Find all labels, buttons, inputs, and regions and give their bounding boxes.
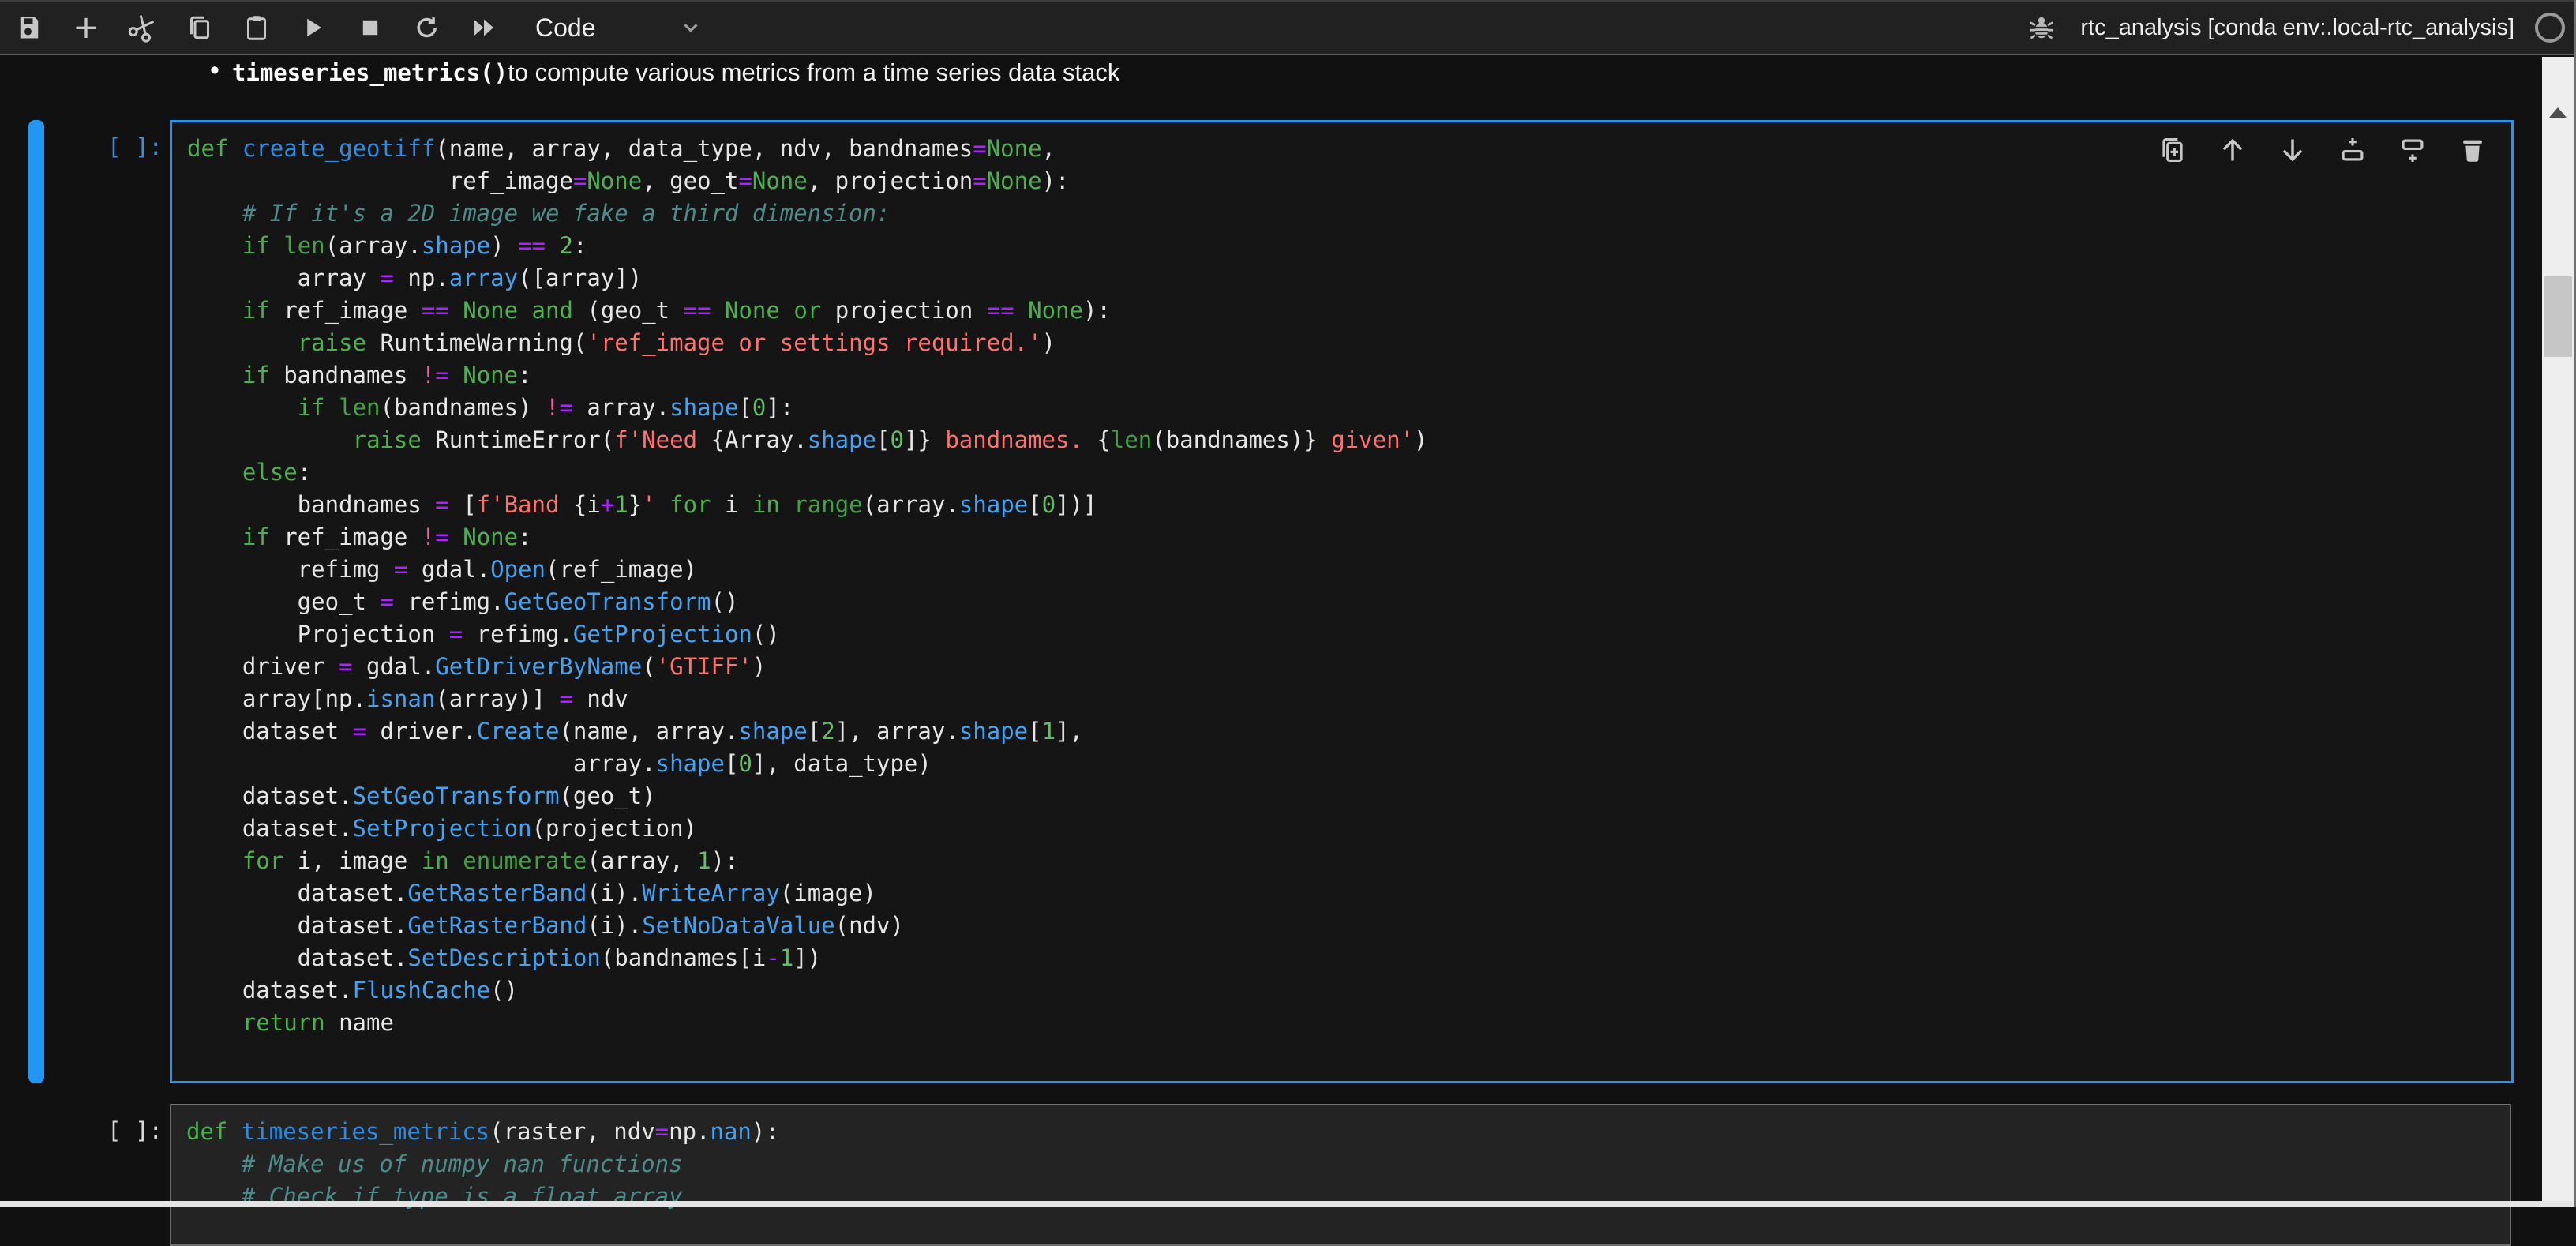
clipboard-icon [242,13,271,42]
notebook-toolbar: + [0,0,2576,55]
insert-cell-below-button[interactable] [2398,135,2428,165]
code-line: array[np.isnan(array)] = ndv [187,683,2511,715]
cell-input-prompt: [ ]: [0,1115,163,1147]
copy-icon [186,13,214,42]
code-content[interactable]: def create_geotiff(name, array, data_typ… [187,133,2511,1039]
save-icon [15,13,43,42]
trash-icon [2458,135,2488,165]
code-line: dataset.GetRasterBand(i).SetNoDataValue(… [187,910,2511,942]
insert-cell-button[interactable]: + [68,9,104,46]
arrow-down-icon [2278,135,2308,165]
vertical-scrollbar[interactable] [2542,57,2574,1207]
code-cell-editor[interactable]: def timeseries_metrics(raster, ndv=np.na… [170,1104,2511,1246]
duplicate-icon [2158,135,2188,165]
jupyterlab-notebook: { "toolbar": { "cell_type_label": "Code"… [0,0,2576,1207]
code-line: Projection = refimg.GetProjection() [187,618,2511,651]
restart-icon [413,13,441,42]
code-line: bandnames = [f'Band {i+1}' for i in rang… [187,489,2511,521]
code-line: dataset.FlushCache() [187,974,2511,1007]
insert-cell-above-button[interactable] [2338,135,2368,165]
code-line: geo_t = refimg.GetGeoTransform() [187,586,2511,618]
code-line: def timeseries_metrics(raster, ndv=np.na… [186,1116,2510,1148]
code-cell-editor-active[interactable]: def create_geotiff(name, array, data_typ… [170,120,2514,1083]
toolbar-left-group: + [0,9,502,46]
move-cell-down-button[interactable] [2278,135,2308,165]
code-line: if ref_image == None and (geo_t == None … [187,295,2511,327]
run-cell-button[interactable] [295,9,332,46]
kernel-name[interactable]: rtc_analysis [conda env:.local-rtc_analy… [2080,15,2514,41]
scrollbar-thumb[interactable] [2544,276,2572,357]
chevron-down-icon [679,16,703,39]
code-line: if len(array.shape) == 2: [187,230,2511,262]
toolbar-right-group: rtc_analysis [conda env:.local-rtc_analy… [2023,9,2576,46]
cell-input-prompt: [ ]: [0,131,163,163]
copy-cells-button[interactable] [182,9,218,46]
move-cell-up-button[interactable] [2218,135,2248,165]
code-line: # Make us of numpy nan functions [186,1148,2510,1180]
scissors-icon [124,9,162,47]
code-line: driver = gdal.GetDriverByName('GTIFF') [187,651,2511,683]
kernel-status-icon [2535,13,2565,43]
code-line: if ref_image != None: [187,521,2511,554]
bug-icon [2027,13,2057,43]
play-icon [300,14,327,41]
markdown-inline-code: timeseries_metrics() [232,59,508,86]
code-line: # If it's a 2D image we fake a third dim… [187,197,2511,230]
duplicate-cell-button[interactable] [2158,135,2188,165]
cut-cells-button[interactable] [125,9,161,46]
code-line: dataset.SetGeoTransform(geo_t) [187,780,2511,813]
code-content[interactable]: def timeseries_metrics(raster, ndv=np.na… [186,1116,2510,1213]
code-line: # Check if type is a float array [186,1180,2510,1213]
code-line: else: [187,456,2511,489]
code-line: array.shape[0], data_type) [187,748,2511,780]
stop-icon [357,14,384,41]
save-button[interactable] [11,9,47,46]
markdown-cell[interactable]: • timeseries_metrics() to compute variou… [210,57,1119,93]
code-line: dataset = driver.Create(name, array.shap… [187,715,2511,748]
restart-kernel-button[interactable] [409,9,445,46]
paste-cells-button[interactable] [238,9,275,46]
code-line: dataset.SetDescription(bandnames[i-1]) [187,942,2511,974]
interrupt-kernel-button[interactable] [352,9,388,46]
code-line: raise RuntimeWarning('ref_image or setti… [187,327,2511,359]
code-line: return name [187,1007,2511,1039]
plus-icon: + [73,12,99,43]
code-line: dataset.GetRasterBand(i).WriteArray(imag… [187,877,2511,910]
code-line: dataset.SetProjection(projection) [187,813,2511,845]
scrollbar-up-arrow-icon[interactable] [2549,107,2567,118]
delete-cell-button[interactable] [2458,135,2488,165]
code-line: if len(bandnames) != array.shape[0]: [187,392,2511,424]
cell-type-dropdown[interactable]: Code [535,13,703,43]
code-line: refimg = gdal.Open(ref_image) [187,554,2511,586]
cell-toolbar [2158,135,2488,165]
code-line: raise RuntimeError(f'Need {Array.shape[0… [187,424,2511,456]
cell-collapser[interactable] [28,120,44,1083]
cell-type-label: Code [535,13,596,43]
bullet-icon: • [210,55,219,86]
markdown-text: to compute various metrics from a time s… [508,58,1119,87]
code-line: for i, image in enumerate(array, 1): [187,845,2511,877]
code-line: if bandnames != None: [187,359,2511,392]
fast-forward-icon [470,13,498,42]
arrow-up-icon [2218,135,2248,165]
insert-above-icon [2338,135,2368,165]
debugger-toggle[interactable] [2023,9,2060,46]
code-line: array = np.array([array]) [187,262,2511,295]
horizontal-scrollbar[interactable] [0,1201,2576,1207]
restart-run-all-button[interactable] [466,9,502,46]
code-line: ref_image=None, geo_t=None, projection=N… [187,165,2511,197]
insert-below-icon [2398,135,2428,165]
